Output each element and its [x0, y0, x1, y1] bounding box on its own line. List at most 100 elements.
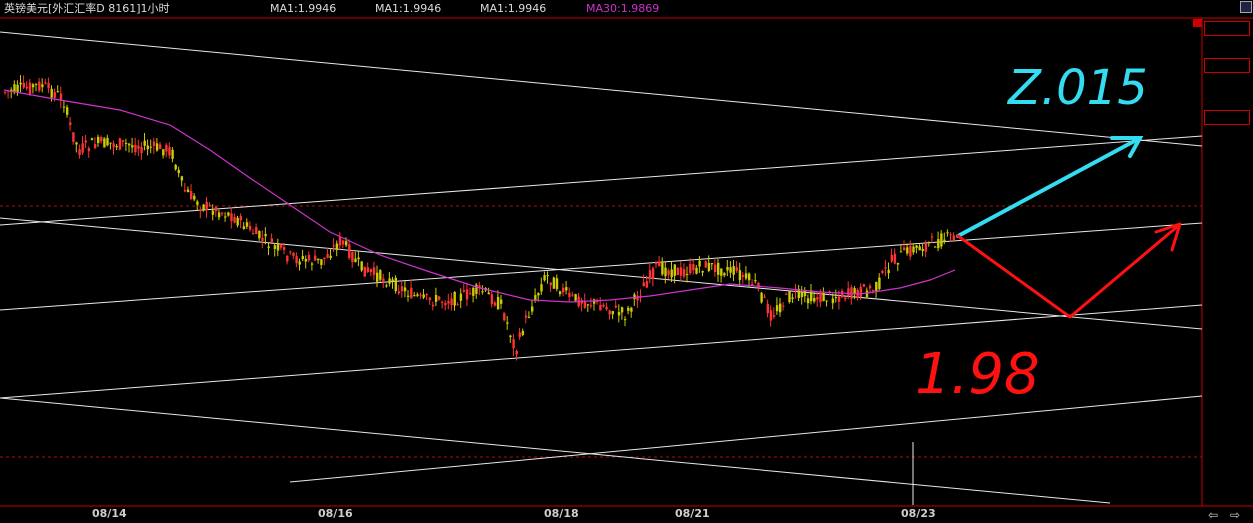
x-label: 08/18: [544, 507, 579, 520]
chart-window[interactable]: 英镑美元[外汇汇率D 8161]1小时 MA1:1.9946 MA1:1.994…: [0, 0, 1253, 523]
candle-body: [310, 263, 314, 265]
candle-body: [137, 145, 140, 149]
x-label: 08/16: [318, 507, 353, 520]
candle-body: [943, 239, 946, 242]
candle-body: [664, 267, 667, 277]
candle-body: [25, 86, 29, 89]
candle-body: [822, 293, 825, 302]
candle-body: [345, 241, 348, 246]
scroll-left-icon[interactable]: ⇦: [1208, 508, 1218, 522]
candle-body: [146, 145, 149, 150]
candle-body: [608, 310, 611, 315]
candle-body: [841, 290, 844, 298]
price-chart[interactable]: Z.015 1.98: [0, 0, 1253, 523]
candle-body: [171, 149, 174, 159]
candle-body: [320, 259, 323, 265]
candle-body: [307, 254, 311, 261]
candle-body: [878, 277, 881, 290]
scroll-right-icon[interactable]: ⇨: [1230, 508, 1240, 522]
candle-body: [881, 270, 884, 273]
candle-body: [403, 287, 407, 292]
candle-body: [921, 248, 924, 251]
candle-body: [930, 236, 934, 238]
candle-body: [518, 332, 521, 338]
candle-body: [865, 290, 869, 297]
candle-body: [946, 232, 949, 234]
candle-body: [772, 315, 776, 317]
candle-body: [354, 258, 357, 262]
candle-body: [410, 287, 413, 299]
candle-body: [679, 267, 683, 276]
candle-body: [754, 280, 757, 282]
candle-body: [918, 246, 921, 251]
candle-body: [292, 252, 295, 256]
candle-body: [376, 272, 379, 282]
y-label: 2.0000: [1204, 199, 1247, 212]
candle-body: [53, 92, 56, 98]
candle-body: [134, 144, 137, 153]
trend-line[interactable]: [0, 222, 1203, 311]
candle-body: [937, 239, 940, 249]
candle-body: [487, 292, 490, 295]
candle-body: [524, 315, 528, 318]
candle-body: [28, 82, 32, 94]
y-label: 1.9500: [1204, 450, 1247, 463]
candle-body: [540, 284, 543, 292]
trend-line[interactable]: [289, 395, 1203, 483]
candle-body: [66, 107, 69, 115]
candle-body: [698, 260, 701, 267]
candle-body: [813, 297, 816, 302]
candle-body: [748, 273, 751, 281]
candle-body: [872, 290, 875, 292]
candle-body: [862, 284, 866, 287]
candle-body: [100, 137, 103, 142]
trend-line[interactable]: [0, 217, 1203, 330]
candle-body: [97, 136, 100, 144]
candle-body: [431, 304, 435, 307]
candle-body: [152, 141, 156, 147]
candle-body: [115, 146, 118, 148]
candle-body: [676, 267, 680, 276]
trend-line[interactable]: [0, 397, 1111, 504]
candle-body: [686, 273, 689, 275]
x-label: 08/21: [675, 507, 710, 520]
candle-body: [630, 307, 633, 312]
candle-body: [791, 297, 794, 299]
candle-body: [38, 81, 41, 91]
trend-line[interactable]: [0, 135, 1203, 226]
candle-body: [887, 269, 890, 274]
candle-body: [69, 122, 72, 125]
candle-body: [211, 210, 215, 215]
candle-body: [847, 288, 850, 296]
candle-body: [844, 297, 847, 300]
candle-body: [503, 313, 506, 321]
candle-body: [469, 293, 472, 295]
candle-body: [4, 91, 7, 93]
candle-body: [531, 306, 534, 312]
candle-body: [283, 247, 286, 250]
candle-body: [527, 316, 531, 318]
candle-body: [230, 213, 233, 222]
candle-body: [252, 233, 255, 235]
candle-body: [689, 264, 692, 274]
upside-forecast-arrow[interactable]: [956, 136, 1144, 238]
candle-body: [335, 243, 339, 250]
candle-body: [363, 266, 366, 277]
candle-body: [329, 255, 332, 259]
candle-body: [419, 294, 422, 296]
candle-body: [493, 302, 497, 306]
candle-body: [816, 297, 819, 300]
candle-body: [50, 88, 53, 98]
candle-body: [903, 247, 906, 251]
candle-body: [741, 275, 745, 277]
candle-body: [760, 292, 763, 303]
candle-body: [78, 149, 81, 156]
candle-body: [633, 294, 636, 300]
candle-body: [379, 270, 382, 280]
candle-body: [831, 298, 835, 304]
candle-body: [472, 287, 475, 296]
candle-body: [624, 319, 627, 321]
candle-body: [338, 236, 342, 246]
candle-body: [304, 259, 308, 262]
candle-body: [109, 142, 112, 144]
